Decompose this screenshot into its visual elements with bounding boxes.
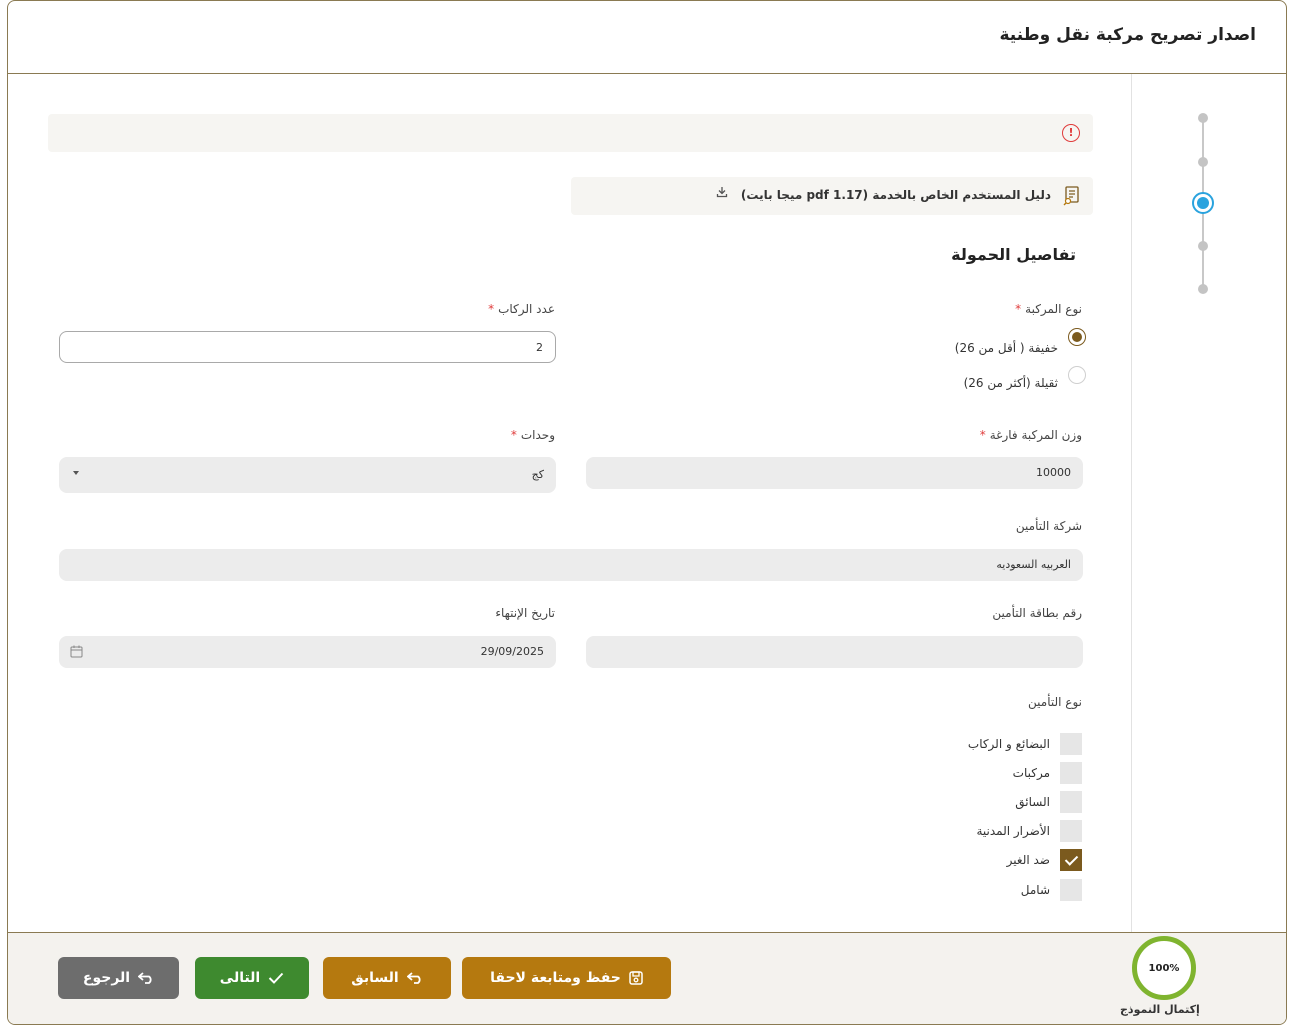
insurance-option[interactable]: ضد الغير <box>1007 849 1082 871</box>
chevron-down-icon <box>73 471 79 475</box>
expiry-date-label: تاريخ الإنتهاء <box>495 606 555 620</box>
vehicle-type-light-option[interactable]: خفيفة ( أقل من 26) <box>955 328 1086 355</box>
passengers-label: عدد الركاب* <box>488 302 555 316</box>
passengers-input[interactable]: 2 <box>59 331 556 363</box>
checkbox[interactable] <box>1060 820 1082 842</box>
undo-icon <box>138 972 152 984</box>
step-4[interactable] <box>1198 241 1208 251</box>
option-label: البضائع و الركاب <box>967 737 1050 751</box>
checkbox[interactable] <box>1060 879 1082 901</box>
option-label: مركبات <box>1012 766 1050 780</box>
insurance-option[interactable]: البضائع و الركاب <box>968 733 1082 755</box>
warning-icon: ! <box>1062 124 1080 142</box>
alert-bar: ! <box>48 114 1093 152</box>
save-icon <box>629 971 643 985</box>
user-guide-link[interactable]: دليل المستخدم الخاص بالخدمة (1.17 pdf مي… <box>571 177 1093 215</box>
checkbox-checked[interactable] <box>1060 849 1082 871</box>
vehicle-type-label: نوع المركبة* <box>1015 302 1082 316</box>
checkbox[interactable] <box>1060 762 1082 784</box>
save-label: حفظ ومتابعة لاحقا <box>490 970 621 986</box>
checkmark-icon <box>269 972 284 984</box>
step-3-active[interactable] <box>1192 192 1214 214</box>
radio-heavy[interactable] <box>1068 366 1086 384</box>
undo-icon <box>406 972 421 984</box>
back-button[interactable]: الرجوع <box>58 957 179 999</box>
option-label: السائق <box>1015 795 1050 809</box>
insurance-company-input[interactable]: العربيه السعوديه <box>59 549 1083 581</box>
insurance-option[interactable]: السائق <box>1015 791 1082 813</box>
next-button[interactable]: التالى <box>195 957 309 999</box>
units-value: كج <box>531 468 544 481</box>
insurance-card-label: رقم بطاقة التأمين <box>992 606 1082 620</box>
step-1[interactable] <box>1198 113 1208 123</box>
insurance-company-label: شركة التأمين <box>1015 519 1082 533</box>
step-5[interactable] <box>1198 284 1208 294</box>
checkbox[interactable] <box>1060 733 1082 755</box>
option-label: خفيفة ( أقل من 26) <box>954 341 1058 355</box>
previous-button[interactable]: السابق <box>323 957 451 999</box>
vehicle-type-heavy-option[interactable]: ثقيلة (أكثر من 26) <box>964 366 1086 390</box>
download-icon[interactable] <box>716 186 728 198</box>
save-continue-later-button[interactable]: حفظ ومتابعة لاحقا <box>462 957 671 999</box>
empty-weight-input[interactable]: 10000 <box>586 457 1083 489</box>
option-label: ضد الغير <box>1006 853 1050 867</box>
insurance-option[interactable]: مركبات <box>1013 762 1082 784</box>
document-search-icon <box>1063 186 1079 206</box>
units-label: وحدات* <box>510 428 555 442</box>
expiry-date-value: 29/09/2025 <box>480 645 544 658</box>
expiry-date-input[interactable]: 29/09/2025 <box>59 636 556 668</box>
back-label: الرجوع <box>82 970 131 986</box>
insurance-option[interactable]: شامل <box>1021 879 1082 901</box>
units-select[interactable]: كج <box>59 457 556 493</box>
step-2[interactable] <box>1198 157 1208 167</box>
page-title: اصدار تصريح مركبة نقل وطنية <box>999 25 1256 45</box>
insurance-card-input[interactable] <box>586 636 1083 668</box>
completion-percent: 100% <box>1148 962 1180 974</box>
previous-label: السابق <box>351 970 399 986</box>
option-label: شامل <box>1020 883 1050 897</box>
radio-light[interactable] <box>1068 328 1086 346</box>
next-label: التالى <box>219 970 261 986</box>
user-guide-text[interactable]: دليل المستخدم الخاص بالخدمة (1.17 pdf مي… <box>741 188 1051 202</box>
completion-label: إكتمال النموذج <box>1120 1003 1200 1016</box>
form-window: اصدار تصريح مركبة نقل وطنية ! دليل المست… <box>7 0 1287 1025</box>
insurance-option[interactable]: الأضرار المدنية <box>976 820 1082 842</box>
stepper-divider <box>1131 74 1132 932</box>
calendar-icon[interactable] <box>70 645 83 658</box>
section-title: تفاصيل الحمولة <box>951 245 1076 264</box>
form-completion-ring: 100% <box>1132 936 1196 1000</box>
checkbox[interactable] <box>1060 791 1082 813</box>
option-label: ثقيلة (أكثر من 26) <box>963 376 1058 390</box>
insurance-type-label: نوع التأمين <box>1028 695 1082 709</box>
header: اصدار تصريح مركبة نقل وطنية <box>8 1 1286 74</box>
empty-weight-label: وزن المركبة فارغة* <box>979 428 1082 442</box>
option-label: الأضرار المدنية <box>976 824 1050 838</box>
